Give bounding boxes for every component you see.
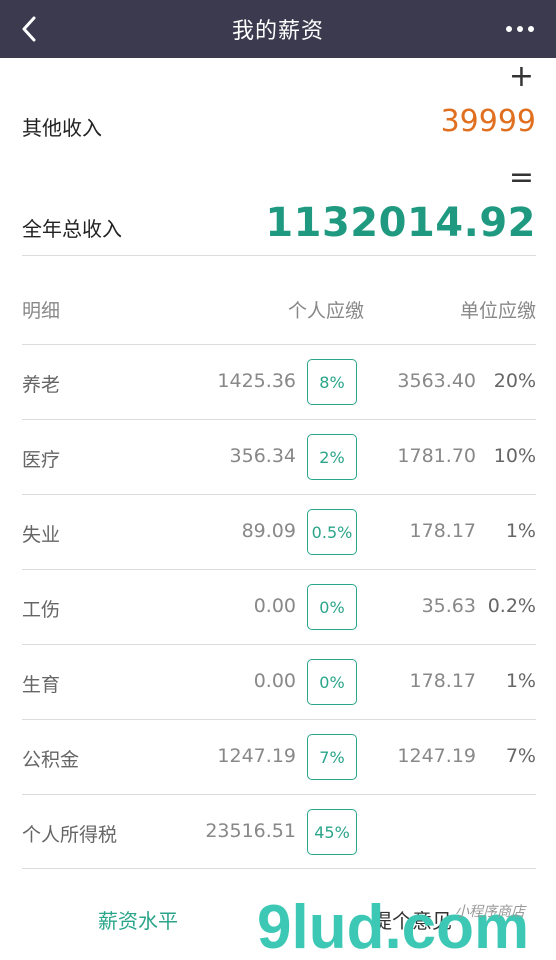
- more-icon[interactable]: [506, 20, 534, 38]
- personal-amount: 1247.19: [217, 745, 296, 767]
- navbar: 我的薪资: [0, 0, 556, 58]
- company-amount: 1247.19: [397, 745, 476, 767]
- row-name: 工伤: [22, 599, 61, 621]
- table-row: 养老 1425.36 8% 3563.40 20%: [22, 344, 536, 419]
- company-rate: 7%: [505, 745, 536, 767]
- company-amount: 178.17: [409, 670, 476, 692]
- company-amount: 1781.70: [397, 445, 476, 467]
- equal-icon: =: [508, 160, 534, 195]
- company-rate: 0.2%: [487, 595, 536, 617]
- table-row: 工伤 0.00 0% 35.63 0.2%: [22, 569, 536, 644]
- contribution-table: 养老 1425.36 8% 3563.40 20% 医疗 356.34 2% 1…: [0, 344, 556, 869]
- row-name: 公积金: [22, 749, 80, 771]
- personal-rate-button[interactable]: 8%: [307, 359, 357, 405]
- personal-amount: 23516.51: [205, 820, 296, 842]
- total-income-value: 1132014.92: [265, 200, 536, 246]
- total-income-label: 全年总收入: [22, 217, 122, 241]
- row-name: 个人所得税: [22, 824, 118, 846]
- header-detail: 明细: [22, 300, 61, 322]
- personal-rate-button[interactable]: 0%: [307, 584, 357, 630]
- company-rate: 10%: [493, 445, 536, 467]
- personal-rate-button[interactable]: 2%: [307, 434, 357, 480]
- watermark-logo: 9lud.com 小程序商店: [257, 893, 529, 960]
- personal-amount: 0.00: [253, 595, 296, 617]
- personal-amount: 356.34: [229, 445, 296, 467]
- table-row: 公积金 1247.19 7% 1247.19 7%: [22, 719, 536, 794]
- company-rate: 1%: [505, 670, 536, 692]
- table-row: 失业 89.09 0.5% 178.17 1%: [22, 494, 536, 569]
- personal-amount: 1425.36: [217, 370, 296, 392]
- personal-rate-button[interactable]: 7%: [307, 734, 357, 780]
- row-name: 医疗: [22, 449, 61, 471]
- row-name: 生育: [22, 674, 61, 696]
- row-name: 失业: [22, 524, 61, 546]
- company-amount: 3563.40: [397, 370, 476, 392]
- company-amount: 35.63: [421, 595, 476, 617]
- table-row: 医疗 356.34 2% 1781.70 10%: [22, 419, 536, 494]
- header-company: 单位应缴: [459, 300, 536, 322]
- personal-rate-button[interactable]: 45%: [307, 809, 357, 855]
- back-icon[interactable]: [14, 12, 44, 46]
- watermark-tagline: 小程序商店: [455, 904, 527, 920]
- personal-amount: 0.00: [253, 670, 296, 692]
- personal-rate-button[interactable]: 0%: [307, 659, 357, 705]
- table-row: 个人所得税 23516.51 45%: [22, 794, 536, 869]
- personal-amount: 89.09: [241, 520, 296, 542]
- plus-icon: +: [508, 59, 534, 94]
- company-amount: 178.17: [409, 520, 476, 542]
- header-personal: 个人应缴: [287, 300, 364, 322]
- other-income-value: 39999: [440, 104, 536, 139]
- salary-level-tab[interactable]: 薪资水平: [98, 905, 178, 934]
- table-row: 生育 0.00 0% 178.17 1%: [22, 644, 536, 719]
- row-name: 养老: [22, 374, 61, 396]
- company-rate: 20%: [493, 370, 536, 392]
- page-title: 我的薪资: [231, 19, 324, 44]
- personal-rate-button[interactable]: 0.5%: [307, 509, 357, 555]
- summary-divider: [22, 255, 536, 256]
- company-rate: 1%: [505, 520, 536, 542]
- other-income-label: 其他收入: [22, 116, 102, 140]
